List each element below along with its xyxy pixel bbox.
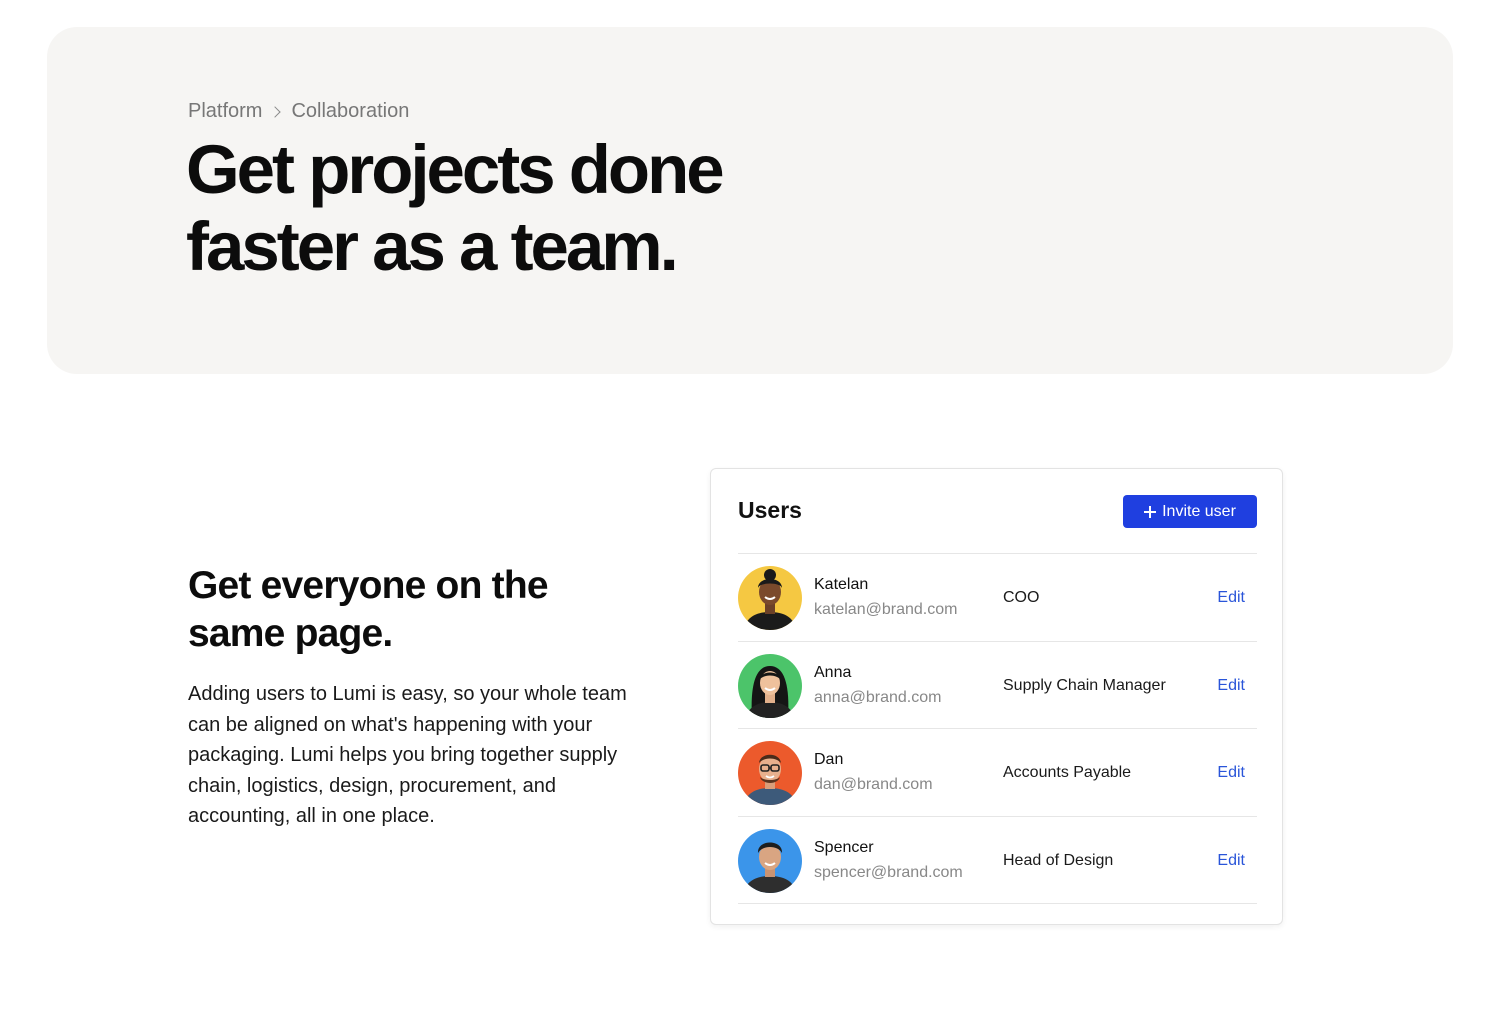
hero-banner: Platform Collaboration Get projects done…: [47, 27, 1453, 374]
user-email: dan@brand.com: [814, 776, 933, 793]
breadcrumb: Platform Collaboration: [188, 100, 409, 123]
feature-description: Adding users to Lumi is easy, so your wh…: [188, 683, 627, 827]
user-role: Supply Chain Manager: [1003, 676, 1166, 694]
edit-user-link[interactable]: Edit: [1217, 764, 1245, 782]
users-card: Users Invite user Katelan katelan@brand.…: [710, 468, 1283, 925]
chevron-right-icon: [269, 105, 282, 118]
edit-user-link[interactable]: Edit: [1217, 852, 1245, 870]
user-role: COO: [1003, 589, 1040, 606]
user-email: spencer@brand.com: [814, 863, 963, 881]
user-name: Dan: [814, 751, 844, 768]
user-row-dan: Dan dan@brand.com Accounts Payable Edit: [738, 729, 1257, 817]
edit-user-link[interactable]: Edit: [1217, 677, 1245, 695]
feature-title: Get everyone on the same page.: [188, 564, 549, 655]
user-role: Accounts Payable: [1003, 764, 1132, 781]
user-name: Spencer: [814, 838, 874, 856]
users-card-title: Users: [738, 497, 802, 523]
breadcrumb-collaboration: Collaboration: [291, 100, 410, 122]
avatar-spencer: [738, 828, 802, 893]
invite-user-label: Invite user: [1162, 502, 1236, 520]
user-row-spencer: Spencer spencer@brand.com Head of Design…: [738, 817, 1257, 904]
edit-user-link[interactable]: Edit: [1217, 589, 1245, 607]
page-title: Get projects done faster as a team.: [186, 131, 725, 285]
avatar-anna: [738, 653, 802, 718]
user-list: Katelan katelan@brand.com COO Edit Anna …: [738, 553, 1257, 904]
user-role: Head of Design: [1003, 851, 1114, 869]
plus-icon: [1144, 505, 1157, 518]
breadcrumb-platform[interactable]: Platform: [188, 100, 262, 123]
avatar-katelan: [738, 566, 802, 630]
user-row-anna: Anna anna@brand.com Supply Chain Manager…: [738, 642, 1257, 729]
user-row-katelan: Katelan katelan@brand.com COO Edit: [738, 554, 1257, 642]
user-email: anna@brand.com: [814, 688, 942, 706]
user-name: Katelan: [814, 576, 869, 593]
avatar-dan: [738, 741, 802, 805]
invite-user-button[interactable]: Invite user: [1123, 495, 1257, 528]
user-email: katelan@brand.com: [814, 601, 958, 618]
user-name: Anna: [814, 663, 852, 681]
